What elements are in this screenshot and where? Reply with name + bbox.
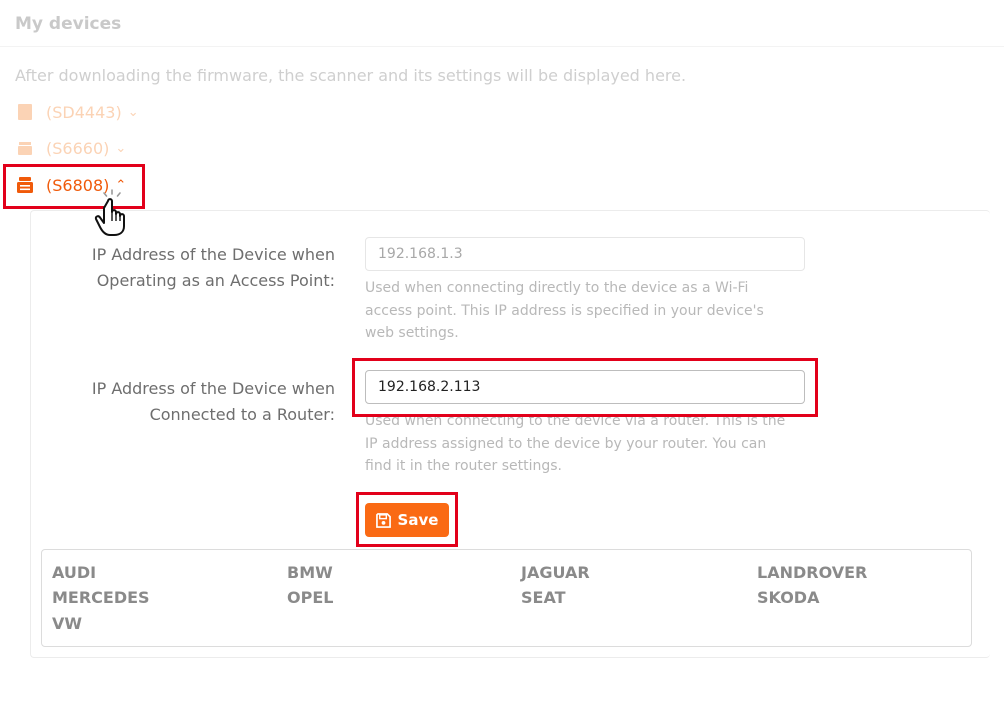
ap-ip-label-line2: Operating as an Access Point: <box>96 271 335 290</box>
brand-item: MERCEDES <box>52 588 150 607</box>
brand-item: LANDROVER <box>757 563 868 582</box>
router-ip-help-line3: find it in the router settings. <box>365 458 562 474</box>
chevron-down-icon: ⌄ <box>127 104 139 120</box>
brand-item: OPEL <box>287 588 334 607</box>
chevron-down-icon: ⌄ <box>115 140 127 156</box>
ap-ip-help-line1: Used when connecting directly to the dev… <box>365 280 749 296</box>
brand-item: JAGUAR <box>521 563 590 582</box>
highlight-save <box>356 492 458 547</box>
ap-ip-value: 192.168.1.3 <box>378 246 463 262</box>
ap-ip-help-line2: access point. This IP address is specifi… <box>365 302 764 319</box>
brand-item: SEAT <box>521 588 566 607</box>
ap-ip-help-line3: web settings. <box>365 325 459 341</box>
ap-ip-label-line1: IP Address of the Device when <box>91 245 335 264</box>
ap-ip-help: Used when connecting directly to the dev… <box>365 277 805 345</box>
brand-item: SKODA <box>757 588 820 607</box>
hand-pointer-cursor-icon <box>94 189 125 236</box>
page-title: My devices <box>15 14 122 34</box>
ap-ip-input[interactable]: 192.168.1.3 <box>365 237 805 271</box>
ap-ip-label: IP Address of the Device when Operating … <box>92 242 335 294</box>
brand-item: VW <box>52 614 83 633</box>
device-label: (SD4443) <box>46 102 122 122</box>
highlight-router-ip <box>352 358 818 417</box>
device-label: (S6660) <box>46 138 110 158</box>
router-ip-label-line1: IP Address of the Device when <box>91 379 335 398</box>
scanner-icon <box>18 142 32 155</box>
firmware-hint: After downloading the firmware, the scan… <box>15 66 687 85</box>
brand-item: BMW <box>287 563 333 582</box>
brand-item: AUDI <box>52 563 97 582</box>
device-icon <box>18 104 32 120</box>
device-item-s6660[interactable]: (S6660) ⌄ <box>16 135 126 161</box>
device-item-sd4443[interactable]: (SD4443) ⌄ <box>16 99 139 125</box>
title-divider <box>0 46 1004 47</box>
router-ip-label-line2: Connected to a Router: <box>149 405 335 424</box>
router-ip-help-line2: IP address assigned to the device by you… <box>365 435 767 452</box>
router-ip-label: IP Address of the Device when Connected … <box>92 376 335 428</box>
router-ip-help: Used when connecting to the device via a… <box>365 410 805 478</box>
